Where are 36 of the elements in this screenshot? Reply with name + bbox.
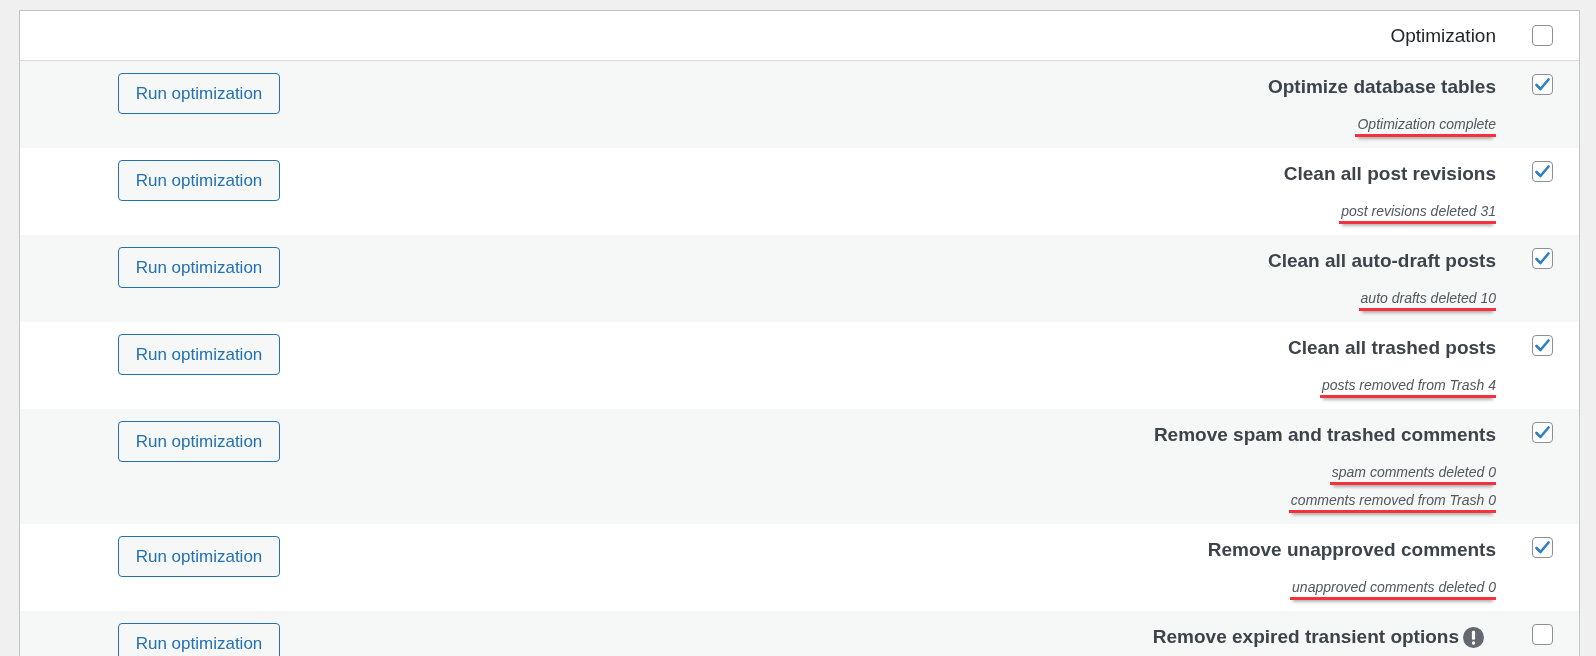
checkbox[interactable] [1532,161,1553,182]
run-optimization-button[interactable]: Run optimization [118,247,280,288]
status-message: post revisions deleted 31 [1339,202,1496,224]
checkbox[interactable] [1532,422,1553,443]
run-optimization-button[interactable]: Run optimization [118,73,280,114]
optimization-title: Clean all post revisions [1283,162,1496,186]
checkbox[interactable] [1532,25,1553,46]
status-message: auto drafts deleted 10 [1358,289,1496,311]
check-icon [1535,164,1550,179]
optimization-title: Clean all trashed posts [1288,336,1496,360]
optimization-title: Optimize database tables [1267,75,1496,99]
status-message: Optimization complete [1355,115,1496,137]
status-message: comments removed from Trash 0 [1288,491,1496,513]
run-optimization-button[interactable]: Run optimization [118,421,280,462]
check-icon [1535,540,1550,555]
checkbox[interactable] [1532,335,1553,356]
checkbox[interactable] [1532,624,1553,645]
run-optimization-button[interactable]: Run optimization [118,623,280,656]
optimization-title: Clean all auto-draft posts [1267,249,1496,273]
check-icon [1535,77,1550,92]
check-icon [1535,425,1550,440]
status-message: posts removed from Trash 4 [1319,376,1496,398]
status-message: unapproved comments deleted 0 [1290,578,1496,600]
checkbox[interactable] [1532,74,1553,95]
optimization-title: Remove expired transient options [1152,625,1459,649]
run-optimization-button[interactable]: Run optimization [118,334,280,375]
run-optimization-button[interactable]: Run optimization [118,536,280,577]
check-icon [1535,251,1550,266]
column-header: Optimization [1390,23,1496,48]
optimization-title: Remove unapproved comments [1207,538,1496,562]
check-icon [1535,338,1550,353]
status-message: spam comments deleted 0 [1329,463,1496,485]
checkbox[interactable] [1532,248,1553,269]
checkbox[interactable] [1532,537,1553,558]
run-optimization-button[interactable]: Run optimization [118,160,280,201]
optimization-title: Remove spam and trashed comments [1153,423,1496,447]
